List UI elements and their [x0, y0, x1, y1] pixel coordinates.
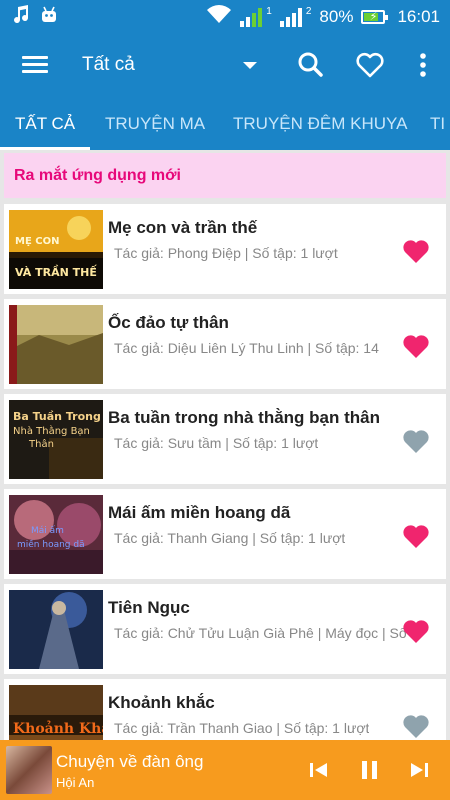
wifi-icon	[206, 4, 232, 29]
mini-player[interactable]: Chuyện về đàn ông Hội An	[0, 740, 450, 800]
heart-filled-icon[interactable]	[402, 333, 430, 359]
signal-icon-sim1	[240, 7, 263, 27]
svg-text:Thân: Thân	[28, 438, 54, 450]
story-title: Khoảnh khắc	[108, 693, 215, 712]
signal-icon-sim2	[279, 7, 302, 27]
story-thumbnail	[9, 590, 103, 669]
tab-all[interactable]: TẤT CẢ	[15, 98, 75, 150]
toolbar: Tất cả	[0, 32, 450, 98]
new-app-banner[interactable]: Ra mắt ứng dụng mới	[4, 153, 446, 198]
list-item[interactable]: Ba Tuần Trong Nhà Thằng Bạn Thân Ba tuần…	[4, 394, 446, 484]
player-cover-art	[6, 746, 52, 794]
svg-text:Ba Tuần Trong: Ba Tuần Trong	[13, 410, 101, 423]
skip-previous-icon[interactable]	[306, 758, 332, 782]
story-list: Ra mắt ứng dụng mới MẸ CON VÀ TRẦN THẾ M…	[0, 150, 450, 740]
story-title: Mẹ con và trần thế	[108, 218, 258, 237]
android-icon	[40, 5, 58, 30]
more-vertical-icon[interactable]	[406, 48, 440, 82]
story-title: Ốc đảo tự thân	[108, 313, 229, 332]
story-title: Ba tuần trong nhà thằng bạn thân	[108, 408, 380, 427]
battery-percent: 80%	[319, 6, 354, 26]
tab-partial[interactable]: TI	[430, 98, 445, 150]
story-title: Mái ấm miền hoang dã	[108, 503, 291, 522]
story-meta: Tác giả: Thanh Giang | Số tập: 1 lượt	[114, 530, 346, 546]
tab-midnight-stories[interactable]: TRUYỆN ĐÊM KHUYA	[233, 98, 407, 150]
svg-text:VÀ TRẦN THẾ: VÀ TRẦN THẾ	[15, 264, 97, 279]
banner-text: Ra mắt ứng dụng mới	[14, 167, 181, 184]
search-icon[interactable]	[294, 48, 328, 82]
story-title: Tiên Ngục	[108, 598, 190, 617]
heart-filled-icon[interactable]	[402, 713, 430, 739]
heart-filled-icon[interactable]	[402, 238, 430, 264]
svg-text:Nhà Thằng Bạn: Nhà Thằng Bạn	[13, 424, 90, 437]
sim2-label: 2	[305, 6, 312, 17]
list-item[interactable]: Mái ấm miền hoang dã Mái ấm miền hoang d…	[4, 489, 446, 579]
story-meta: Tác giả: Phong Điệp | Số tập: 1 lượt	[114, 245, 338, 261]
category-selector[interactable]: Tất cả	[82, 54, 135, 76]
story-meta: Tác giả: Diệu Liên Lý Thu Linh | Số tập:…	[114, 340, 379, 356]
svg-text:Khoảnh Khắc: Khoảnh Khắc	[13, 719, 103, 737]
heart-filled-icon[interactable]	[402, 618, 430, 644]
svg-text:miền hoang dã: miền hoang dã	[17, 539, 85, 550]
player-artist: Hội An	[56, 775, 95, 790]
story-meta: Tác giả: Chử Tửu Luận Già Phê | Máy đọc …	[114, 625, 407, 641]
heart-outline-icon[interactable]	[353, 48, 387, 82]
battery-charging-icon: ⚡	[361, 9, 389, 24]
player-title: Chuyện về đàn ông	[56, 752, 204, 771]
svg-text:MẸ CON: MẸ CON	[15, 236, 59, 247]
music-note-icon	[12, 5, 30, 30]
list-item[interactable]: MẸ CON VÀ TRẦN THẾ Mẹ con và trần thế Tá…	[4, 204, 446, 294]
heart-filled-icon[interactable]	[402, 428, 430, 454]
sim1-label: 1	[266, 6, 272, 17]
status-bar: 1 2 80% ⚡ 16:01	[0, 0, 450, 32]
story-meta: Tác giả: Trần Thanh Giao | Số tập: 1 lượ…	[114, 720, 370, 736]
dropdown-arrow-icon[interactable]	[243, 62, 257, 69]
story-meta: Tác giả: Sưu tầm | Số tập: 1 lượt	[114, 435, 319, 451]
story-thumbnail: Mái ấm miền hoang dã	[9, 495, 103, 574]
story-thumbnail: MẸ CON VÀ TRẦN THẾ	[9, 210, 103, 289]
list-item[interactable]: Tiên Ngục Tác giả: Chử Tửu Luận Già Phê …	[4, 584, 446, 674]
heart-filled-icon[interactable]	[402, 523, 430, 549]
tab-ghost-stories[interactable]: TRUYỆN MA	[105, 98, 205, 150]
list-item[interactable]: Ốc đảo tự thân Tác giả: Diệu Liên Lý Thu…	[4, 299, 446, 389]
story-thumbnail: Khoảnh Khắc	[9, 685, 103, 740]
tab-bar: TẤT CẢ TRUYỆN MA TRUYỆN ĐÊM KHUYA TI	[0, 98, 450, 150]
pause-icon[interactable]	[357, 758, 383, 782]
svg-text:Mái ấm: Mái ấm	[31, 525, 64, 536]
story-thumbnail: Ba Tuần Trong Nhà Thằng Bạn Thân	[9, 400, 103, 479]
list-item[interactable]: Khoảnh Khắc Khoảnh khắc Tác giả: Trần Th…	[4, 679, 446, 740]
skip-next-icon[interactable]	[406, 758, 432, 782]
story-thumbnail	[9, 305, 103, 384]
status-time: 16:01	[397, 6, 440, 26]
menu-icon[interactable]	[18, 52, 52, 78]
